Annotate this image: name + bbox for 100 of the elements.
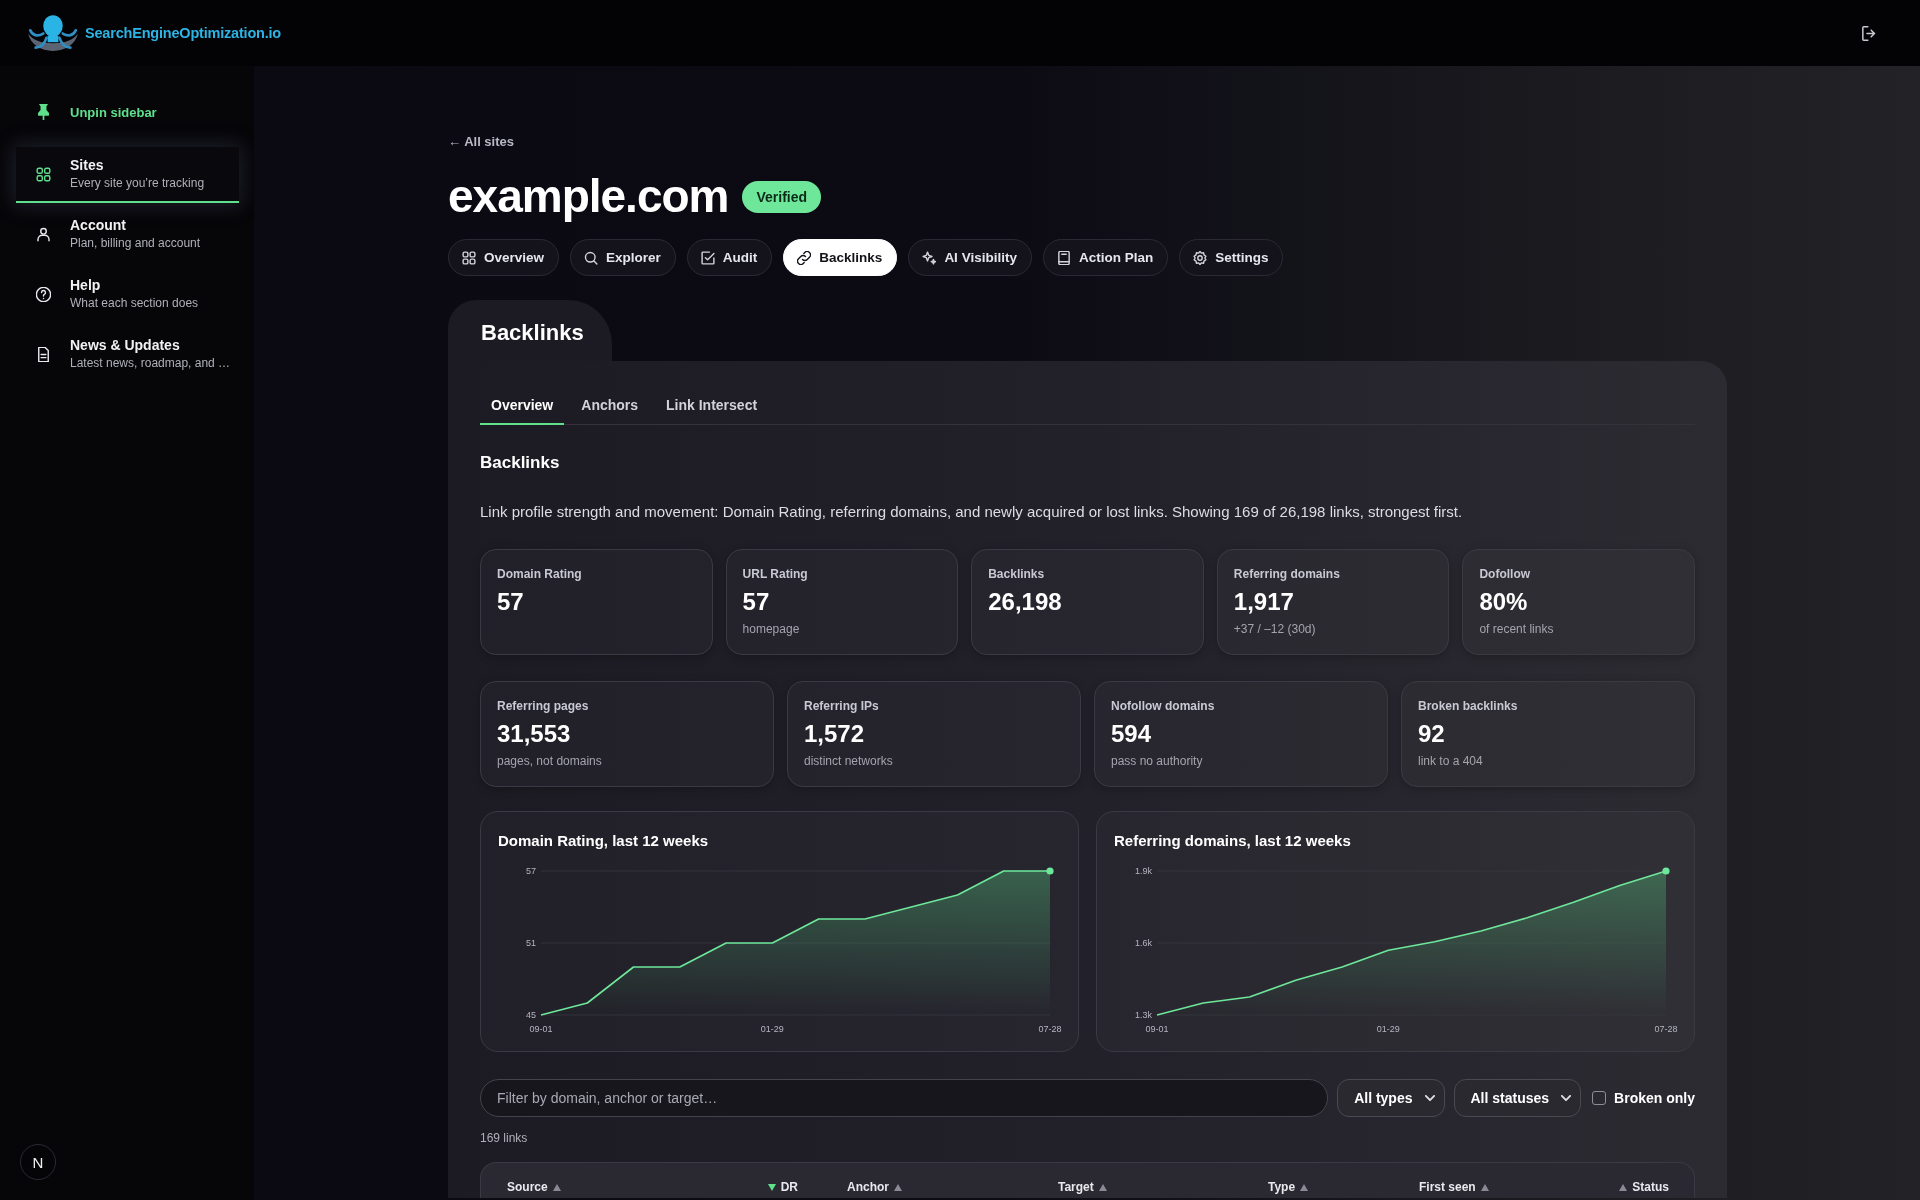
- filter-select[interactable]: All statuses: [1453, 1079, 1582, 1117]
- unpin-sidebar-button[interactable]: Unpin sidebar: [16, 92, 157, 132]
- axis-label: 07-28: [1654, 1024, 1678, 1034]
- filter-input[interactable]: Filter by domain, anchor or target…: [480, 1079, 1329, 1117]
- pin-icon: [38, 104, 49, 120]
- chart-title: Domain Rating, last 12 weeks: [498, 832, 709, 850]
- sub-tab[interactable]: Anchors: [570, 396, 650, 425]
- grid-icon: [462, 250, 476, 265]
- stat-label: URL Rating: [742, 567, 808, 582]
- nav-tab[interactable]: Backlinks: [783, 239, 898, 276]
- endpoint-dot-icon: [1046, 867, 1054, 875]
- endpoint-dot-icon: [1662, 867, 1670, 875]
- grid-icon: [36, 166, 51, 182]
- stat-label: Referring domains: [1233, 567, 1340, 582]
- stat-note: pages, not domains: [497, 754, 602, 769]
- sidebar-item-description: Latest news, roadmap, and …: [70, 356, 232, 371]
- sidebar-item-title: News & Updates: [70, 337, 180, 354]
- column-header[interactable]: Target: [1058, 1180, 1107, 1195]
- verified-badge: Verified: [742, 181, 822, 213]
- link-count: 169 links: [480, 1131, 529, 1146]
- nav-tab[interactable]: Action Plan: [1042, 239, 1169, 276]
- stat-note: +37 / –12 (30d): [1233, 622, 1316, 637]
- sidebar-item-title: Account: [70, 217, 126, 234]
- settings-icon: [1193, 250, 1208, 265]
- sidebar-item[interactable]: News & Updates Latest news, roadmap, and …: [16, 327, 239, 383]
- stat-label: Referring IPs: [804, 699, 879, 714]
- stat-label: Nofollow domains: [1111, 699, 1215, 714]
- dev-tools-button[interactable]: N: [20, 1144, 56, 1180]
- column-header[interactable]: Anchor: [847, 1180, 902, 1195]
- help-icon: [36, 286, 51, 302]
- sidebar-item-description: Every site you’re tracking: [70, 176, 206, 191]
- checkbox[interactable]: [1592, 1091, 1607, 1105]
- octopus-logo-icon: [27, 14, 79, 52]
- axis-label: 45: [526, 1010, 536, 1020]
- chevron-down-icon: [1424, 1095, 1435, 1101]
- column-header[interactable]: Status: [1619, 1180, 1669, 1195]
- axis-label: 1.3k: [1135, 1010, 1152, 1020]
- column-header[interactable]: DR: [767, 1180, 798, 1195]
- column-header[interactable]: Source: [507, 1180, 561, 1195]
- search-icon: [584, 250, 599, 265]
- nav-tab[interactable]: Audit: [686, 239, 773, 276]
- back-link[interactable]: ← All sites: [448, 134, 514, 150]
- sidebar-item-description: What each section does: [70, 296, 200, 311]
- stat-label: Domain Rating: [497, 567, 582, 582]
- site-title: example.com: [448, 169, 729, 224]
- sparkle-icon: [922, 250, 937, 265]
- axis-label: 09-01: [1145, 1024, 1169, 1034]
- axis-label: 07-28: [1038, 1024, 1062, 1034]
- brand-name[interactable]: SearchEngineOptimization.io: [85, 25, 281, 41]
- panel-title: Backlinks: [448, 300, 612, 361]
- stat-label: Referring pages: [497, 699, 589, 714]
- nav-tab[interactable]: AI Visibility: [908, 239, 1032, 276]
- axis-label: 57: [526, 866, 536, 876]
- logout-icon[interactable]: [1862, 25, 1877, 41]
- stat-label: Dofollow: [1479, 567, 1531, 582]
- axis-label: 09-01: [529, 1024, 553, 1034]
- document-icon: [36, 346, 51, 362]
- stat-note: link to a 404: [1418, 754, 1483, 769]
- filter-select[interactable]: All types: [1337, 1079, 1445, 1117]
- nav-tab[interactable]: Overview: [448, 239, 560, 276]
- axis-label: 1.9k: [1135, 866, 1152, 876]
- sidebar-item-title: Help: [70, 277, 101, 294]
- nav-tab[interactable]: Settings: [1179, 239, 1284, 276]
- sub-tab[interactable]: Overview: [480, 396, 565, 425]
- stat-value: 1,917: [1233, 588, 1294, 616]
- link-icon: [797, 250, 812, 265]
- stat-label: Broken backlinks: [1418, 699, 1518, 714]
- checkbox-label[interactable]: Broken only: [1614, 1090, 1695, 1106]
- stat-value: 57: [497, 588, 524, 616]
- column-header[interactable]: Type: [1268, 1180, 1309, 1195]
- stat-value: 80%: [1479, 588, 1528, 616]
- axis-label: 01-29: [1376, 1024, 1400, 1034]
- book-icon: [1056, 250, 1071, 265]
- stat-value: 92: [1418, 720, 1445, 748]
- axis-label: 51: [526, 938, 536, 948]
- axis-label: 1.6k: [1135, 938, 1152, 948]
- stat-note: distinct networks: [804, 754, 893, 769]
- column-header[interactable]: First seen: [1419, 1180, 1489, 1195]
- stat-value: 1,572: [804, 720, 865, 748]
- sidebar-item[interactable]: Account Plan, billing and account: [16, 207, 239, 263]
- section-heading: Backlinks: [480, 452, 561, 474]
- person-icon: [36, 226, 51, 242]
- stat-note: of recent links: [1479, 622, 1554, 637]
- nav-tab[interactable]: Explorer: [570, 239, 676, 276]
- sidebar-item-title: Sites: [70, 157, 104, 174]
- sidebar-item-description: Plan, billing and account: [70, 236, 202, 251]
- stat-note: pass no authority: [1111, 754, 1203, 769]
- chart-title: Referring domains, last 12 weeks: [1114, 832, 1351, 850]
- sub-tab[interactable]: Link Intersect: [655, 396, 769, 425]
- stat-label: Backlinks: [988, 567, 1045, 582]
- stat-note: homepage: [742, 622, 800, 637]
- stat-value: 594: [1111, 720, 1152, 748]
- sidebar-item[interactable]: Help What each section does: [16, 267, 239, 323]
- sidebar-item[interactable]: Sites Every site you’re tracking: [16, 147, 239, 203]
- stat-value: 57: [742, 588, 770, 616]
- chevron-down-icon: [1561, 1095, 1572, 1101]
- stat-value: 26,198: [988, 588, 1062, 616]
- stat-value: 31,553: [497, 720, 571, 748]
- check-square-icon: [700, 250, 715, 265]
- section-description: Link profile strength and movement: Domain Rating, referring domains, and newly acquired or lost links. Showing 169 of 26,198 links, strongest first.: [480, 502, 1464, 522]
